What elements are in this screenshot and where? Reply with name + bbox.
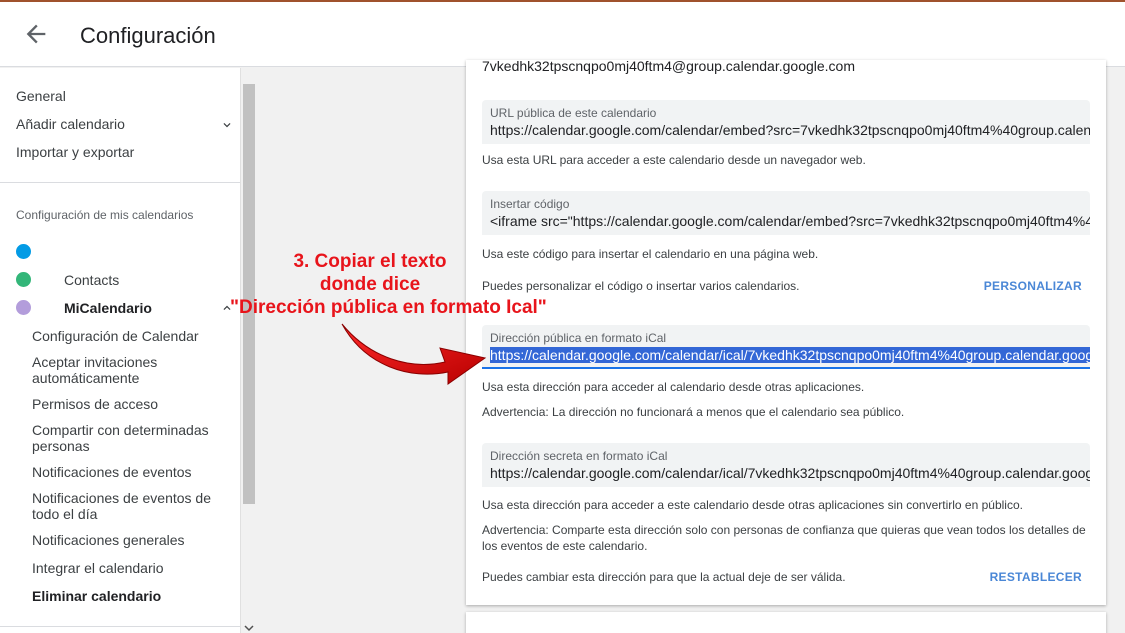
sidebar-item-add-calendar[interactable]: Añadir calendario xyxy=(16,116,125,132)
public-url-field[interactable]: URL pública de este calendario https://c… xyxy=(482,100,1090,144)
sidebar-item-calendar-settings[interactable]: Configuración de Calendar xyxy=(32,328,227,344)
sidebar-item-general-notifications[interactable]: Notificaciones generales xyxy=(32,532,227,548)
sidebar-divider xyxy=(0,626,240,627)
sidebar-item-delete-calendar[interactable]: Eliminar calendario xyxy=(32,588,227,604)
arrow-back-icon xyxy=(26,24,46,44)
annotation-line: donde dice xyxy=(319,274,421,295)
embed-code-value[interactable]: <iframe src="https://calendar.google.com… xyxy=(490,213,1090,229)
public-ical-help: Usa esta dirección para acceder al calen… xyxy=(482,380,865,394)
public-url-help: Usa esta URL para acceder a este calenda… xyxy=(482,153,866,167)
embed-code-field[interactable]: Insertar código <iframe src="https://cal… xyxy=(482,191,1090,235)
calendar-name-micalendario[interactable]: MiCalendario xyxy=(64,300,152,316)
red-arrow-icon xyxy=(341,323,487,385)
sidebar-item-allday-notifications[interactable]: Notificaciones de eventos de todo el día xyxy=(32,490,227,522)
public-ical-field[interactable]: Dirección pública en formato iCal https:… xyxy=(482,325,1090,369)
public-ical-value[interactable]: https://calendar.google.com/calendar/ica… xyxy=(490,347,1090,363)
calendar-id-text: 7vkedhk32tpscnqpo0mj40ftm4@group.calenda… xyxy=(482,58,856,74)
next-settings-card xyxy=(466,612,1106,633)
integrate-calendar-card: 7vkedhk32tpscnqpo0mj40ftm4@group.calenda… xyxy=(466,58,1106,605)
sidebar-item-general[interactable]: General xyxy=(16,88,66,104)
secret-ical-help: Usa esta dirección para acceder a este c… xyxy=(482,498,1023,512)
secret-ical-warning: Advertencia: Comparte esta dirección sol… xyxy=(482,523,1086,553)
chevron-down-icon[interactable] xyxy=(244,620,254,632)
back-button[interactable] xyxy=(22,20,50,48)
chevron-down-icon[interactable] xyxy=(220,118,234,132)
sidebar-divider xyxy=(0,182,240,183)
sidebar-scrollbar[interactable] xyxy=(240,68,256,633)
page-title: Configuración xyxy=(80,23,216,48)
sidebar-item-import-export[interactable]: Importar y exportar xyxy=(16,144,134,160)
calendar-color-dot[interactable] xyxy=(16,300,31,315)
annotation-line: "Dirección pública en formato Ical" xyxy=(230,297,547,318)
calendar-name-contacts[interactable]: Contacts xyxy=(64,272,119,288)
calendar-color-dot[interactable] xyxy=(16,244,31,259)
sidebar-item-integrate[interactable]: Integrar el calendario xyxy=(32,560,227,576)
settings-sidebar: General Añadir calendario Importar y exp… xyxy=(0,68,240,633)
reset-button[interactable]: RESTABLECER xyxy=(990,570,1082,584)
sidebar-item-share-people[interactable]: Compartir con determinadas personas xyxy=(32,422,227,454)
field-label: URL pública de este calendario xyxy=(490,106,657,120)
public-ical-warning: Advertencia: La dirección no funcionará … xyxy=(482,405,905,419)
secret-ical-field[interactable]: Dirección secreta en formato iCal https:… xyxy=(482,443,1090,487)
calendar-color-dot[interactable] xyxy=(16,272,31,287)
instruction-annotation: 3. Copiar el texto donde dice "Dirección… xyxy=(230,250,547,319)
customize-button[interactable]: PERSONALIZAR xyxy=(984,279,1082,293)
sidebar-item-access-permissions[interactable]: Permisos de acceso xyxy=(32,396,227,412)
sidebar-item-auto-accept[interactable]: Aceptar invitaciones automáticamente xyxy=(32,354,227,386)
secret-ical-value[interactable]: https://calendar.google.com/calendar/ica… xyxy=(490,465,1090,481)
field-label: Dirección secreta en formato iCal xyxy=(490,449,668,463)
embed-code-help: Usa este código para insertar el calenda… xyxy=(482,247,819,261)
annotation-line: 3. Copiar el texto xyxy=(293,251,447,272)
section-label-my-calendars: Configuración de mis calendarios xyxy=(16,208,194,222)
public-url-value[interactable]: https://calendar.google.com/calendar/emb… xyxy=(490,122,1090,138)
field-label: Dirección pública en formato iCal xyxy=(490,331,667,345)
field-label: Insertar código xyxy=(490,197,570,211)
sidebar-item-event-notifications[interactable]: Notificaciones de eventos xyxy=(32,464,227,480)
